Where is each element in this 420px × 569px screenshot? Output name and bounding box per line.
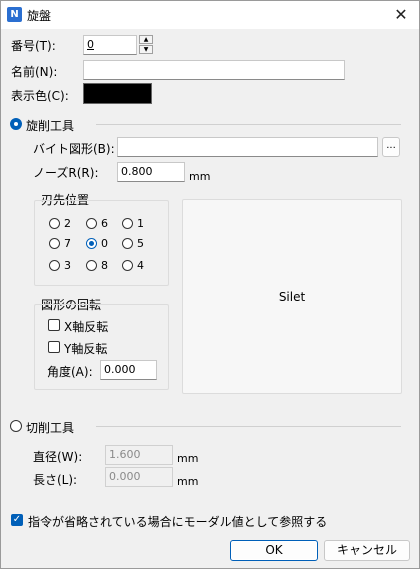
tip-label-2: 2	[64, 217, 71, 230]
number-spin-up-button[interactable]: ▲	[139, 35, 153, 44]
nose-r-unit: mm	[189, 170, 211, 183]
display-color-swatch[interactable]	[83, 83, 152, 104]
x-flip-label: X軸反転	[64, 320, 109, 334]
nose-r-input[interactable]: 0.800	[117, 162, 185, 182]
tip-radio-0[interactable]	[86, 238, 97, 249]
cutting-section-divider	[96, 426, 401, 427]
tip-label-1: 1	[137, 217, 144, 230]
lathe-tool-label: 旋削工具	[26, 119, 75, 133]
tip-label-6: 6	[101, 217, 108, 230]
length-input[interactable]: 0.000	[105, 467, 173, 487]
length-unit: mm	[177, 475, 199, 488]
diameter-label: 直径(W):	[33, 450, 83, 464]
name-input[interactable]	[83, 60, 345, 80]
length-label: 長さ(L):	[33, 473, 78, 487]
angle-input[interactable]: 0.000	[100, 360, 157, 380]
tip-radio-4[interactable]	[122, 260, 133, 271]
tip-radio-6[interactable]	[86, 218, 97, 229]
number-spin-down-button[interactable]: ▼	[139, 45, 153, 54]
browse-button[interactable]: ...	[382, 137, 400, 157]
tip-radio-1[interactable]	[122, 218, 133, 229]
display-color-label: 表示色(C):	[11, 89, 69, 103]
lathe-section-divider	[96, 124, 401, 125]
nose-r-label: ノーズR(R):	[33, 166, 99, 180]
ok-button[interactable]: OK	[230, 540, 318, 561]
cancel-button[interactable]: キャンセル	[324, 540, 410, 561]
app-icon: N	[7, 7, 22, 22]
name-label: 名前(N):	[11, 65, 58, 79]
tip-label-4: 4	[137, 259, 144, 272]
title-bar: N 旋盤 ✕	[1, 1, 419, 29]
lathe-tool-radio[interactable]	[10, 118, 22, 130]
bite-shape-label: バイト図形(B):	[33, 142, 115, 156]
tip-label-7: 7	[64, 237, 71, 250]
modal-reference-checkbox[interactable]: ✓	[11, 514, 23, 526]
tip-radio-3[interactable]	[49, 260, 60, 271]
y-flip-label: Y軸反転	[64, 342, 108, 356]
tip-label-3: 3	[64, 259, 71, 272]
tip-label-5: 5	[137, 237, 144, 250]
dialog-window: N 旋盤 ✕ 番号(T): 0 ▲ ▼ 名前(N): 表示色(C): 旋削工具 …	[0, 0, 420, 569]
close-icon[interactable]: ✕	[389, 4, 413, 26]
angle-label: 角度(A):	[47, 365, 93, 379]
modal-reference-label: 指令が省略されている場合にモーダル値として参照する	[28, 515, 328, 529]
number-label: 番号(T):	[11, 39, 56, 53]
number-input[interactable]: 0	[83, 35, 137, 55]
window-title: 旋盤	[27, 9, 52, 23]
diameter-input[interactable]: 1.600	[105, 445, 173, 465]
diameter-unit: mm	[177, 452, 199, 465]
tip-label-8: 8	[101, 259, 108, 272]
preview-label: Silet	[278, 290, 306, 304]
y-flip-checkbox[interactable]	[48, 341, 60, 353]
preview-panel: Silet	[182, 199, 402, 394]
bite-shape-input[interactable]	[117, 137, 378, 157]
tip-radio-7[interactable]	[49, 238, 60, 249]
tip-radio-8[interactable]	[86, 260, 97, 271]
tip-radio-2[interactable]	[49, 218, 60, 229]
cutting-tool-label: 切削工具	[26, 421, 75, 435]
x-flip-checkbox[interactable]	[48, 319, 60, 331]
cutting-tool-radio[interactable]	[10, 420, 22, 432]
number-value: 0	[87, 38, 94, 51]
tip-label-0: 0	[101, 237, 108, 250]
tip-radio-5[interactable]	[122, 238, 133, 249]
